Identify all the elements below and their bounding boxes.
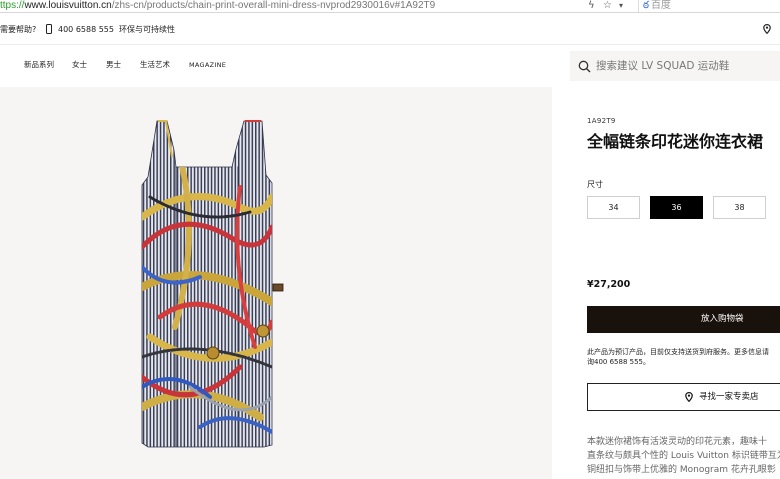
description-line: 直条纹与颇具个性的 Louis Vuitton 标识链带互为 xyxy=(587,451,780,461)
url-host: www.louisvuitton.cn xyxy=(24,0,112,11)
sustainability-link[interactable]: 环保与可持续性 xyxy=(119,25,175,35)
find-store-label: 寻找一家专卖店 xyxy=(699,392,759,402)
product-image-dress[interactable] xyxy=(0,87,552,479)
search-input[interactable]: 搜索建议 LV SQUAD 运动鞋 xyxy=(570,51,780,81)
description-line: 铜纽扣与饰带上优雅的 Monogram 花卉孔眼彰 xyxy=(587,465,776,475)
browser-address-bar[interactable]: ttps://www.louisvuitton.cn/zhs-cn/produc… xyxy=(0,0,780,13)
nav-item-magazine[interactable]: MAGAZINE xyxy=(189,60,226,70)
dropdown-arrow-icon[interactable]: ▾ xyxy=(619,0,623,12)
find-store-button[interactable]: 寻找一家专卖店 xyxy=(587,383,780,411)
nav-item-new[interactable]: 新品系列 xyxy=(24,60,54,70)
notice-line: 此产品为预订产品，目前仅支持送货到府服务。更多信息请 xyxy=(587,348,769,356)
search-icon xyxy=(578,60,591,73)
phone-link[interactable]: 400 6588 555 xyxy=(58,25,114,35)
location-pin-icon[interactable] xyxy=(763,24,771,34)
nav-item-men[interactable]: 男士 xyxy=(106,60,121,70)
product-title: 全幅链条印花迷你连衣裙 xyxy=(587,132,764,151)
size-option-36[interactable]: 36 xyxy=(650,196,703,219)
product-image-area[interactable] xyxy=(0,87,552,479)
utility-bar: 需要帮助? 400 6588 555 环保与可持续性 xyxy=(0,13,780,45)
baidu-paw-icon: ఠ xyxy=(643,0,649,11)
size-option-38[interactable]: 38 xyxy=(713,196,766,219)
location-pin-icon xyxy=(685,392,693,402)
search-engine-label: 百度 xyxy=(650,0,671,11)
url-protocol: ttps:// xyxy=(0,0,25,11)
add-to-cart-button[interactable]: 放入购物袋 xyxy=(587,306,780,333)
nav-item-women[interactable]: 女士 xyxy=(72,60,87,70)
search-engine-box[interactable]: ఠ 百度 xyxy=(638,0,780,12)
star-icon[interactable]: ☆ xyxy=(603,0,612,12)
url-text[interactable]: ttps://www.louisvuitton.cn/zhs-cn/produc… xyxy=(0,0,435,11)
url-path: /zhs-cn/products/chain-print-overall-min… xyxy=(111,0,436,11)
help-link[interactable]: 需要帮助? xyxy=(0,25,36,35)
search-placeholder: 搜索建议 LV SQUAD 运动鞋 xyxy=(596,60,730,72)
preorder-notice: 此产品为预订产品，目前仅支持送货到府服务。更多信息请 询400 6588 555… xyxy=(587,347,780,367)
product-description: 本款迷你裙饰有活泼灵动的印花元素，趣味十 直条纹与颇具个性的 Louis Vui… xyxy=(587,435,780,477)
size-label: 尺寸 xyxy=(587,180,603,189)
product-sku: 1A92T9 xyxy=(587,117,616,125)
size-option-34[interactable]: 34 xyxy=(587,196,640,219)
product-price: ¥27,200 xyxy=(587,279,631,290)
nav-item-art-of-living[interactable]: 生活艺术 xyxy=(140,60,170,70)
phone-icon xyxy=(46,24,52,34)
main-nav: 新品系列 女士 男士 生活艺术 MAGAZINE 搜索建议 LV SQUAD 运… xyxy=(0,45,780,87)
bolt-icon[interactable]: ϟ xyxy=(588,0,595,12)
description-line: 本款迷你裙饰有活泼灵动的印花元素，趣味十 xyxy=(587,437,768,447)
notice-line: 询400 6588 555。 xyxy=(587,358,650,366)
